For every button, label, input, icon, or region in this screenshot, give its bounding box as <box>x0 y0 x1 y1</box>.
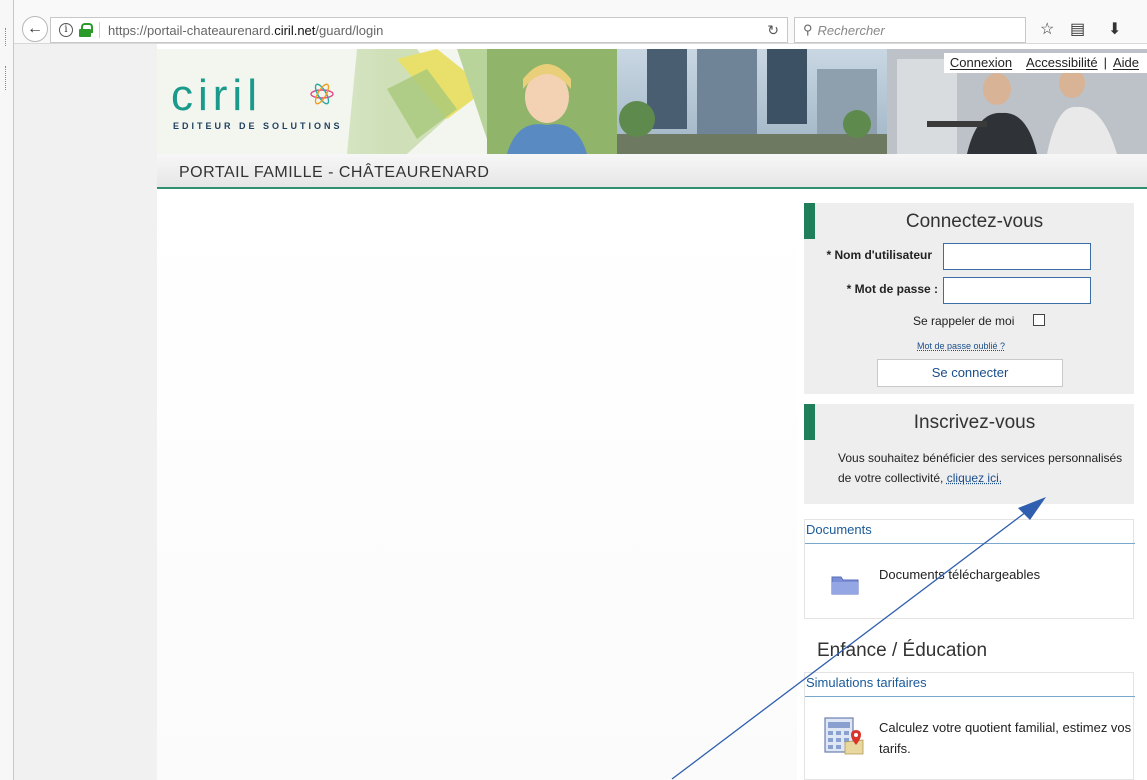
simulation-link[interactable]: Calculez votre quotient familial, estime… <box>879 717 1133 759</box>
star-icon[interactable]: ☆ <box>1040 19 1054 39</box>
logo-subtitle: EDITEUR DE SOLUTIONS <box>173 121 343 131</box>
search-input[interactable]: ⚲ Rechercher <box>794 17 1026 43</box>
back-arrow-icon[interactable]: ← <box>22 16 48 42</box>
enfance-section-title: Enfance / Éducation <box>817 640 988 661</box>
panel-accent-bar <box>804 404 815 440</box>
signup-text: Vous souhaitez bénéficier des services p… <box>838 448 1128 488</box>
documents-link[interactable]: Documents téléchargeables <box>879 567 1040 582</box>
remember-me-checkbox[interactable] <box>1033 314 1045 326</box>
search-icon: ⚲ <box>803 22 813 37</box>
login-button[interactable]: Se connecter <box>877 359 1063 387</box>
header-banner: ciril EDITEUR DE SOLUTIONS Connexion Acc… <box>157 49 1147 154</box>
page-left-gutter <box>0 44 157 780</box>
panel-accent-bar <box>804 203 815 239</box>
download-icon[interactable]: ⬇ <box>1108 19 1121 39</box>
page-content: ciril EDITEUR DE SOLUTIONS Connexion Acc… <box>157 44 1147 780</box>
page-title: PORTAIL FAMILLE - CHÂTEAURENARD <box>179 164 490 181</box>
url-separator <box>99 22 100 38</box>
simulation-card: Simulations tarifaires Calculez votre qu… <box>804 672 1135 780</box>
signup-link[interactable]: cliquez ici. <box>947 471 1002 485</box>
accessibilite-link[interactable]: Accessibilité <box>1026 55 1098 70</box>
forgot-password-link[interactable]: Mot de passe oublié ? <box>917 341 1005 351</box>
username-field[interactable] <box>943 243 1091 270</box>
calculator-map-icon <box>824 717 864 755</box>
password-field[interactable] <box>943 277 1091 304</box>
portal-title-bar: PORTAIL FAMILLE - CHÂTEAURENARD <box>157 154 1147 189</box>
connexion-link[interactable]: Connexion <box>950 55 1012 70</box>
url-text[interactable]: https://portail-chateaurenard.ciril.net/… <box>108 23 383 38</box>
reading-list-icon[interactable]: ▤ <box>1070 19 1085 39</box>
folder-icon <box>831 576 859 595</box>
documents-header[interactable]: Documents <box>805 520 1135 544</box>
main-content-area <box>157 191 797 780</box>
browser-toolbar: ← i https://portail-chateaurenard.ciril.… <box>0 0 1147 44</box>
top-links: Connexion Accessibilité | Aide <box>943 53 1147 73</box>
lock-icon[interactable] <box>79 23 93 37</box>
search-placeholder: Rechercher <box>817 22 885 38</box>
remember-me-label: Se rappeler de moi <box>913 314 1015 328</box>
logo-star-icon <box>310 83 334 105</box>
documents-card: Documents Documents téléchargeables <box>804 519 1135 619</box>
ciril-logo: ciril <box>171 71 262 120</box>
aide-link[interactable]: Aide <box>1113 55 1139 70</box>
url-bar[interactable]: i https://portail-chateaurenard.ciril.ne… <box>50 17 788 43</box>
login-title: Connectez-vous <box>905 211 1044 232</box>
reload-icon[interactable]: ↻ <box>767 22 779 39</box>
signup-title: Inscrivez-vous <box>913 412 1036 433</box>
password-label: * Mot de passe : <box>846 282 938 296</box>
link-separator: | <box>1103 55 1107 70</box>
simulation-header[interactable]: Simulations tarifaires <box>805 673 1135 697</box>
signup-panel: Inscrivez-vous Vous souhaitez bénéficier… <box>804 404 1134 504</box>
username-label: * Nom d'utilisateur <box>826 248 932 262</box>
info-icon[interactable]: i <box>59 23 73 37</box>
login-panel: Connectez-vous * Nom d'utilisateur * Mot… <box>804 203 1134 394</box>
window-left-edge <box>0 0 14 780</box>
